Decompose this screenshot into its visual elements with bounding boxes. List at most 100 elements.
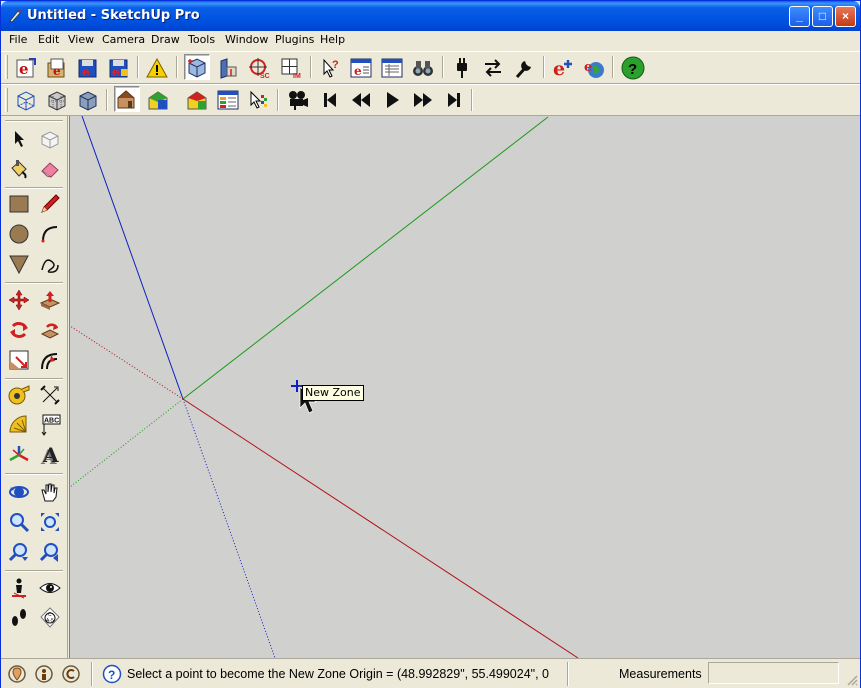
back-edges-icon[interactable] <box>44 87 70 113</box>
zone-side-icon[interactable] <box>215 55 241 81</box>
toolbar-separator <box>176 56 178 78</box>
toolbar-grip[interactable] <box>5 88 8 112</box>
menu-plugins[interactable]: Plugins <box>275 33 314 46</box>
play-icon[interactable] <box>379 87 405 113</box>
grid-icon[interactable]: IM <box>278 55 304 81</box>
house-color-icon[interactable] <box>145 87 171 113</box>
toolbar-separator <box>277 89 279 111</box>
palette-grip[interactable] <box>5 120 63 122</box>
protractor-icon[interactable] <box>5 411 33 439</box>
axes-icon[interactable] <box>5 441 33 469</box>
drawing-viewport[interactable] <box>69 116 860 658</box>
section-plane-icon[interactable]: C A-5 <box>36 604 64 632</box>
dimension-icon[interactable] <box>36 381 64 409</box>
import-icon[interactable]: e <box>44 55 70 81</box>
offset-icon[interactable] <box>36 346 64 374</box>
circle-icon[interactable] <box>5 220 33 248</box>
save-icon[interactable]: e <box>106 55 132 81</box>
orbit-icon[interactable] <box>5 478 33 506</box>
wireframe-icon[interactable] <box>75 87 101 113</box>
tape-measure-icon[interactable] <box>5 381 33 409</box>
export-web-icon[interactable]: e <box>13 55 39 81</box>
render-select-icon[interactable] <box>246 87 272 113</box>
walk-footprints-icon[interactable] <box>5 604 33 632</box>
help-icon[interactable]: ? <box>620 55 646 81</box>
energyplus-icon[interactable]: e <box>550 55 576 81</box>
house-yellow-icon[interactable] <box>184 87 210 113</box>
swap-arrows-icon[interactable] <box>480 55 506 81</box>
svg-text:e: e <box>553 58 565 79</box>
menu-view[interactable]: View <box>68 33 94 46</box>
palette-separator <box>5 473 63 475</box>
globe-icon[interactable]: e <box>581 55 607 81</box>
rectangle-icon[interactable] <box>5 190 33 218</box>
follow-me-icon[interactable] <box>36 316 64 344</box>
instructor-help-icon[interactable]: ? <box>100 661 124 687</box>
query-select-icon[interactable]: ? <box>317 55 343 81</box>
warning-icon[interactable] <box>144 55 170 81</box>
zoom-window-icon[interactable] <box>36 508 64 536</box>
rotate-icon[interactable] <box>5 316 33 344</box>
menu-help[interactable]: Help <box>320 33 345 46</box>
credits-icon[interactable] <box>32 661 56 687</box>
position-camera-icon[interactable] <box>5 574 33 602</box>
wrench-icon[interactable] <box>511 55 537 81</box>
rewind-icon[interactable] <box>348 87 374 113</box>
first-frame-icon[interactable] <box>317 87 343 113</box>
minimize-button[interactable]: _ <box>789 6 810 27</box>
move-icon[interactable] <box>5 286 33 314</box>
maximize-button[interactable]: □ <box>812 6 833 27</box>
resize-grip-icon[interactable] <box>846 674 858 686</box>
measurements-input[interactable] <box>708 662 839 684</box>
toolbar-separator <box>543 56 545 78</box>
data-table-icon[interactable] <box>215 87 241 113</box>
menu-file[interactable]: File <box>9 33 27 46</box>
menu-tools[interactable]: Tools <box>188 33 215 46</box>
export-icon[interactable]: e <box>75 55 101 81</box>
run-simulation-icon[interactable]: e <box>348 55 374 81</box>
3d-text-icon[interactable]: AA <box>36 441 64 469</box>
zone-box-icon[interactable] <box>184 54 210 80</box>
copyright-icon[interactable] <box>59 661 83 687</box>
menu-draw[interactable]: Draw <box>151 33 180 46</box>
svg-text:e: e <box>584 60 592 75</box>
menu-edit[interactable]: Edit <box>38 33 59 46</box>
svg-text:e: e <box>53 64 61 78</box>
polygon-icon[interactable] <box>5 250 33 278</box>
text-label-icon[interactable]: ABC <box>36 411 64 439</box>
paint-bucket-icon[interactable] <box>5 155 33 183</box>
push-pull-icon[interactable] <box>36 286 64 314</box>
freehand-icon[interactable] <box>36 250 64 278</box>
last-frame-icon[interactable] <box>441 87 467 113</box>
house-icon[interactable] <box>114 86 140 112</box>
xray-icon[interactable] <box>13 87 39 113</box>
plug-icon[interactable] <box>449 55 475 81</box>
toolbar-separator <box>471 89 473 111</box>
palette-separator <box>5 282 63 284</box>
look-around-icon[interactable] <box>36 574 64 602</box>
binoculars-icon[interactable] <box>410 55 436 81</box>
eraser-icon[interactable] <box>36 155 64 183</box>
toolbar-grip[interactable] <box>5 55 8 79</box>
target-icon[interactable]: SC <box>246 55 272 81</box>
close-button[interactable]: × <box>835 6 856 27</box>
select-icon[interactable] <box>5 125 33 153</box>
arc-icon[interactable] <box>36 220 64 248</box>
menu-camera[interactable]: Camera <box>102 33 145 46</box>
output-table-icon[interactable] <box>379 55 405 81</box>
pencil-icon[interactable] <box>36 190 64 218</box>
make-component-icon[interactable] <box>36 125 64 153</box>
pan-hand-icon[interactable] <box>36 478 64 506</box>
previous-view-icon[interactable] <box>5 538 33 566</box>
sketchup-app-icon <box>9 10 21 23</box>
next-view-icon[interactable] <box>36 538 64 566</box>
toolbar-separator <box>612 56 614 78</box>
zoom-icon[interactable] <box>5 508 33 536</box>
fast-forward-icon[interactable] <box>410 87 436 113</box>
menu-window[interactable]: Window <box>225 33 268 46</box>
new-zone-tooltip: New Zone <box>302 385 364 401</box>
scale-icon[interactable] <box>5 346 33 374</box>
movie-camera-icon[interactable] <box>285 87 311 113</box>
title-bar[interactable]: Untitled - SketchUp Pro _ □ × <box>1 1 860 31</box>
geo-location-icon[interactable] <box>5 661 29 687</box>
